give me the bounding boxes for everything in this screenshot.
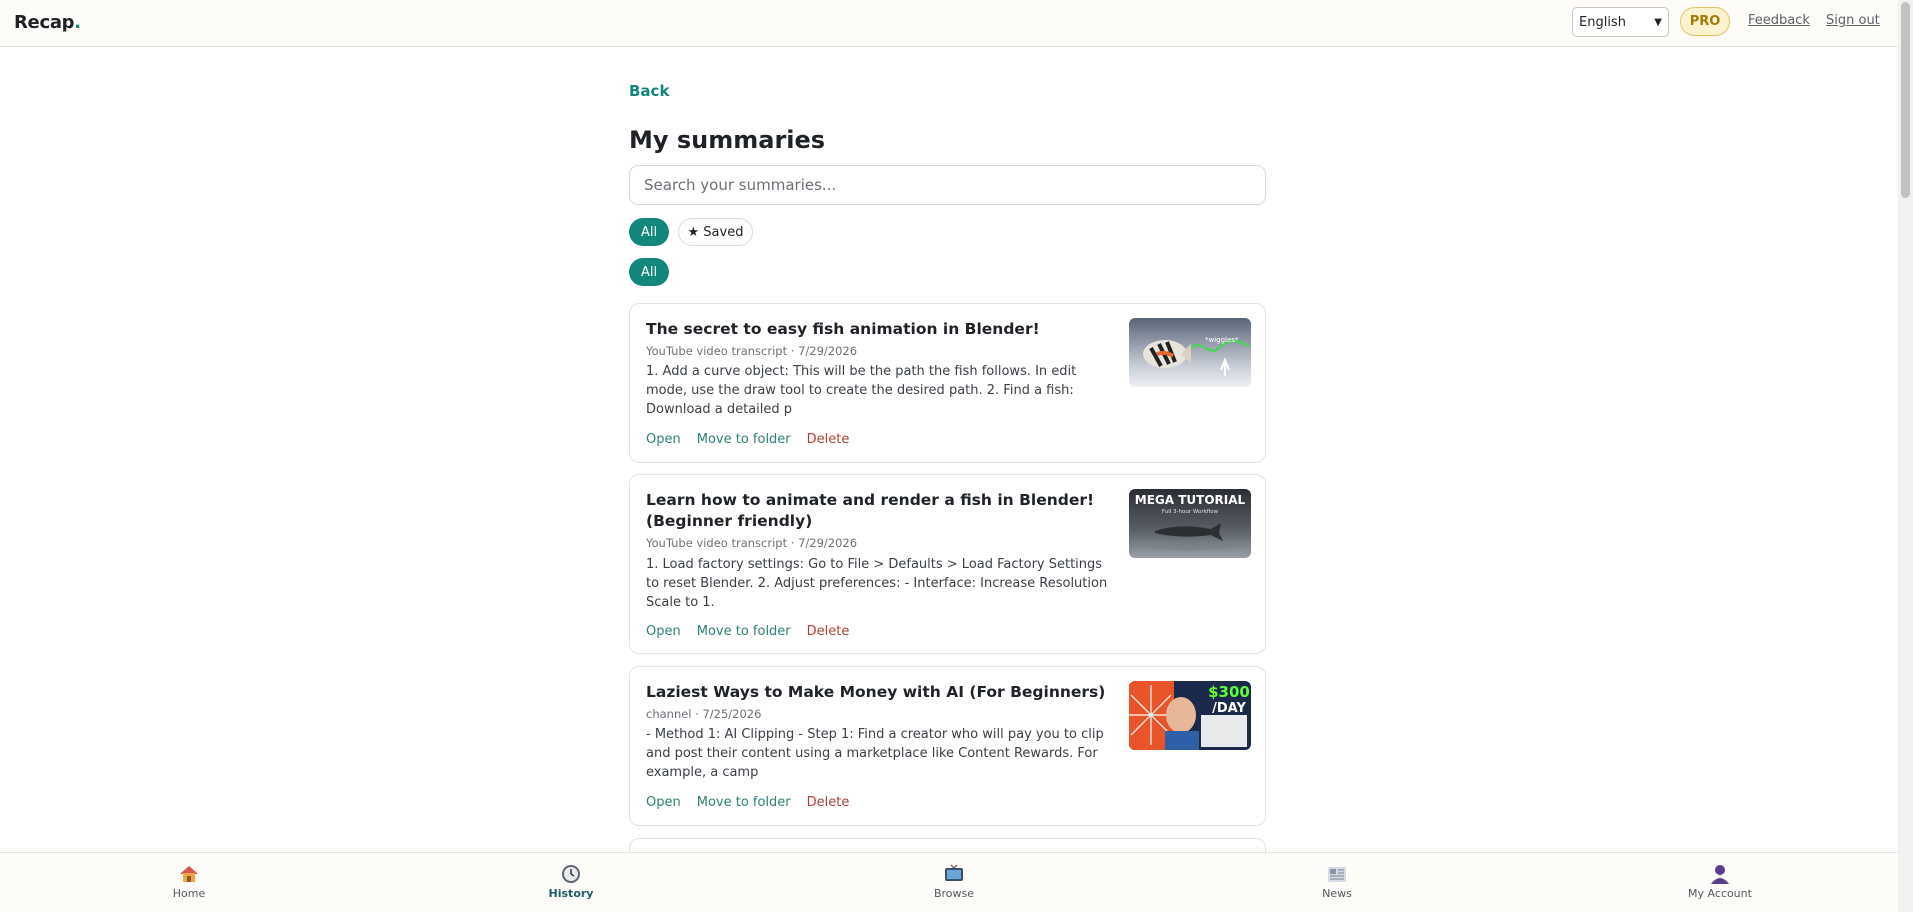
nav-news[interactable]: News [1277,863,1397,900]
search-input[interactable]: Search your summaries... [629,165,1266,205]
nav-home-label: Home [172,887,206,900]
nav-history[interactable]: History [511,863,631,900]
summary-card[interactable] [629,838,1266,852]
summary-card[interactable]: Learn how to animate and render a fish i… [629,474,1266,654]
scrollbar-thumb[interactable] [1901,2,1910,198]
clock-icon [562,865,580,883]
money-thumbnail-image: $300 /DAY [1129,681,1251,750]
open-button[interactable]: Open [646,624,681,639]
move-to-folder-button[interactable]: Move to folder [697,624,791,639]
bottom-nav: Home History Browse News My Account [0,852,1898,912]
card-actions: Open Move to folder Delete [646,624,849,639]
summary-card[interactable]: Laziest Ways to Make Money with AI (For … [629,666,1266,826]
card-meta: channel · 7/25/2026 [646,707,762,721]
open-button[interactable]: Open [646,795,681,810]
search-placeholder: Search your summaries... [644,176,837,194]
video-thumbnail[interactable]: $300 /DAY [1129,681,1251,750]
move-to-folder-button[interactable]: Move to folder [697,795,791,810]
filter-saved[interactable]: ★ Saved [678,218,753,246]
nav-browse[interactable]: Browse [894,863,1014,900]
card-actions: Open Move to folder Delete [646,795,849,810]
chevron-down-icon: ▼ [1654,16,1662,28]
mega-tutorial-thumbnail-image: MEGA TUTORIAL Full 3-hour Workflow [1129,489,1251,558]
thumbnail-caption: $300 [1208,683,1250,701]
brand-logo[interactable]: Recap. [14,12,81,33]
summary-card[interactable]: The secret to easy fish animation in Ble… [629,303,1266,463]
delete-button[interactable]: Delete [807,795,850,810]
card-title[interactable]: Learn how to animate and render a fish i… [646,490,1116,532]
newspaper-icon [1328,867,1346,882]
main-content: Back My summaries Search your summaries.… [629,48,1267,852]
language-value: English [1579,14,1626,30]
fish-thumbnail-image: *wiggles* [1129,318,1251,387]
category-all[interactable]: All [629,258,669,286]
filter-all[interactable]: All [629,218,669,246]
language-select[interactable]: English ▼ [1572,7,1669,37]
card-excerpt: 1. Add a curve object: This will be the … [646,364,1077,417]
video-thumbnail[interactable]: *wiggles* [1129,318,1251,387]
delete-button[interactable]: Delete [807,624,850,639]
card-excerpt: - Method 1: AI Clipping - Step 1: Find a… [646,727,1104,780]
nav-history-label: History [548,887,594,900]
pro-badge[interactable]: PRO [1680,7,1730,36]
nav-account-label: My Account [1688,887,1752,900]
page-scrollbar[interactable] [1898,0,1913,912]
sign-out-link[interactable]: Sign out [1826,13,1880,28]
brand-dot: . [74,12,81,33]
card-actions: Open Move to folder Delete [646,432,849,447]
back-link[interactable]: Back [629,82,669,100]
move-to-folder-button[interactable]: Move to folder [697,432,791,447]
card-meta: YouTube video transcript · 7/29/2026 [646,344,858,358]
user-icon [1711,865,1729,884]
video-thumbnail[interactable]: MEGA TUTORIAL Full 3-hour Workflow [1129,489,1251,558]
delete-button[interactable]: Delete [807,432,850,447]
nav-home[interactable]: Home [129,863,249,900]
top-bar: Recap. English ▼ PRO Feedback Sign out [0,0,1898,47]
thumbnail-subcaption: /DAY [1212,701,1246,716]
open-button[interactable]: Open [646,432,681,447]
card-meta: YouTube video transcript · 7/29/2026 [646,536,858,550]
thumbnail-caption: *wiggles* [1205,336,1239,344]
thumbnail-caption: MEGA TUTORIAL [1135,493,1246,507]
brand-name: Recap [14,12,75,33]
tv-icon [945,864,963,881]
thumbnail-subcaption: Full 3-hour Workflow [1162,509,1219,515]
card-excerpt: 1. Load factory settings: Go to File > D… [646,557,1108,610]
nav-news-label: News [1322,887,1352,900]
home-icon [180,866,198,882]
nav-my-account[interactable]: My Account [1660,863,1780,900]
feedback-link[interactable]: Feedback [1748,13,1810,28]
card-title[interactable]: The secret to easy fish animation in Ble… [646,319,1116,340]
page-title: My summaries [629,126,826,154]
nav-browse-label: Browse [933,887,975,900]
card-title[interactable]: Laziest Ways to Make Money with AI (For … [646,682,1116,703]
